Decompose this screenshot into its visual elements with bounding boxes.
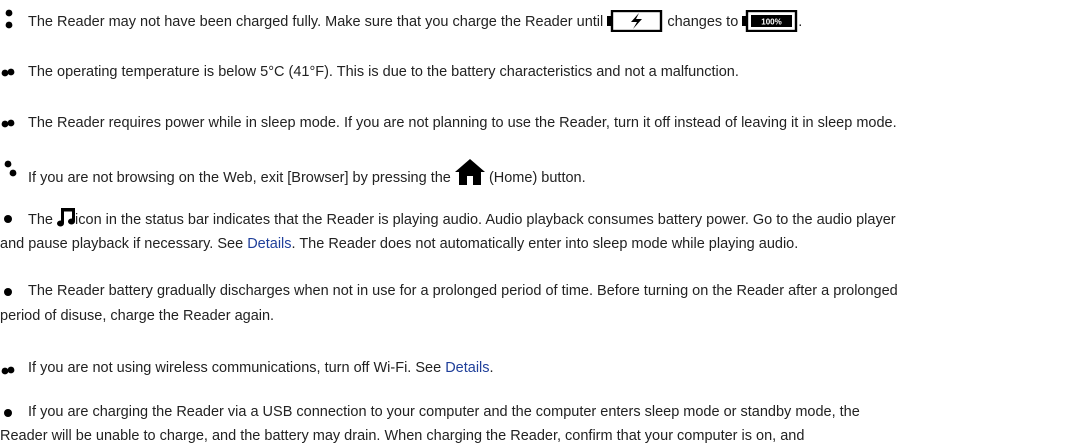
- list-item-text: The icon in the status bar indicates tha…: [28, 207, 1078, 235]
- list-item: The icon in the status bar indicates tha…: [0, 205, 1080, 261]
- list-item: The Reader requires power while in sleep…: [0, 105, 1080, 133]
- list-item-text: The Reader battery gradually discharges …: [28, 283, 898, 299]
- battery-charging-icon: [607, 9, 663, 40]
- details-link[interactable]: Details: [445, 360, 489, 376]
- dot-icon: [0, 281, 28, 303]
- list-item-text: If you are charging the Reader via a USB…: [28, 404, 860, 420]
- list-item-text: If you are not using wireless communicat…: [28, 360, 494, 376]
- dots-icon: [0, 60, 28, 82]
- music-note-icon: [57, 207, 76, 235]
- list-item: If you are charging the Reader via a USB…: [0, 394, 1080, 445]
- list-item-text-line2: period of disuse, charge the Reader agai…: [0, 308, 275, 324]
- list-item-text-line2: Reader will be unable to charge, and the…: [0, 428, 805, 444]
- list-item-text-line2: and pause playback if necessary. See Det…: [0, 236, 799, 252]
- home-icon: [454, 159, 485, 193]
- dot-icon: [0, 209, 28, 231]
- list-item: If you are not browsing on the Web, exit…: [0, 149, 1080, 186]
- dots-icon: [0, 157, 28, 179]
- list-item-text: If you are not browsing on the Web, exit…: [28, 159, 1078, 193]
- details-link[interactable]: Details: [247, 236, 291, 252]
- dot-icon: [0, 402, 28, 424]
- battery-full-icon: 100%: [742, 9, 798, 40]
- dots-icon: [0, 8, 28, 30]
- dots-icon: [0, 358, 28, 380]
- list-item: The Reader may not have been charged ful…: [0, 6, 1080, 34]
- list-item: The Reader battery gradually discharges …: [0, 275, 1080, 331]
- list-item: If you are not using wireless communicat…: [0, 352, 1080, 380]
- list-item-text: The Reader may not have been charged ful…: [28, 9, 1078, 40]
- list-item-text: The Reader requires power while in sleep…: [28, 115, 897, 131]
- svg-text:100%: 100%: [762, 18, 782, 27]
- list-item-text: The operating temperature is below 5°C (…: [28, 64, 739, 80]
- dots-icon: [0, 111, 28, 133]
- list-item: The operating temperature is below 5°C (…: [0, 54, 1080, 82]
